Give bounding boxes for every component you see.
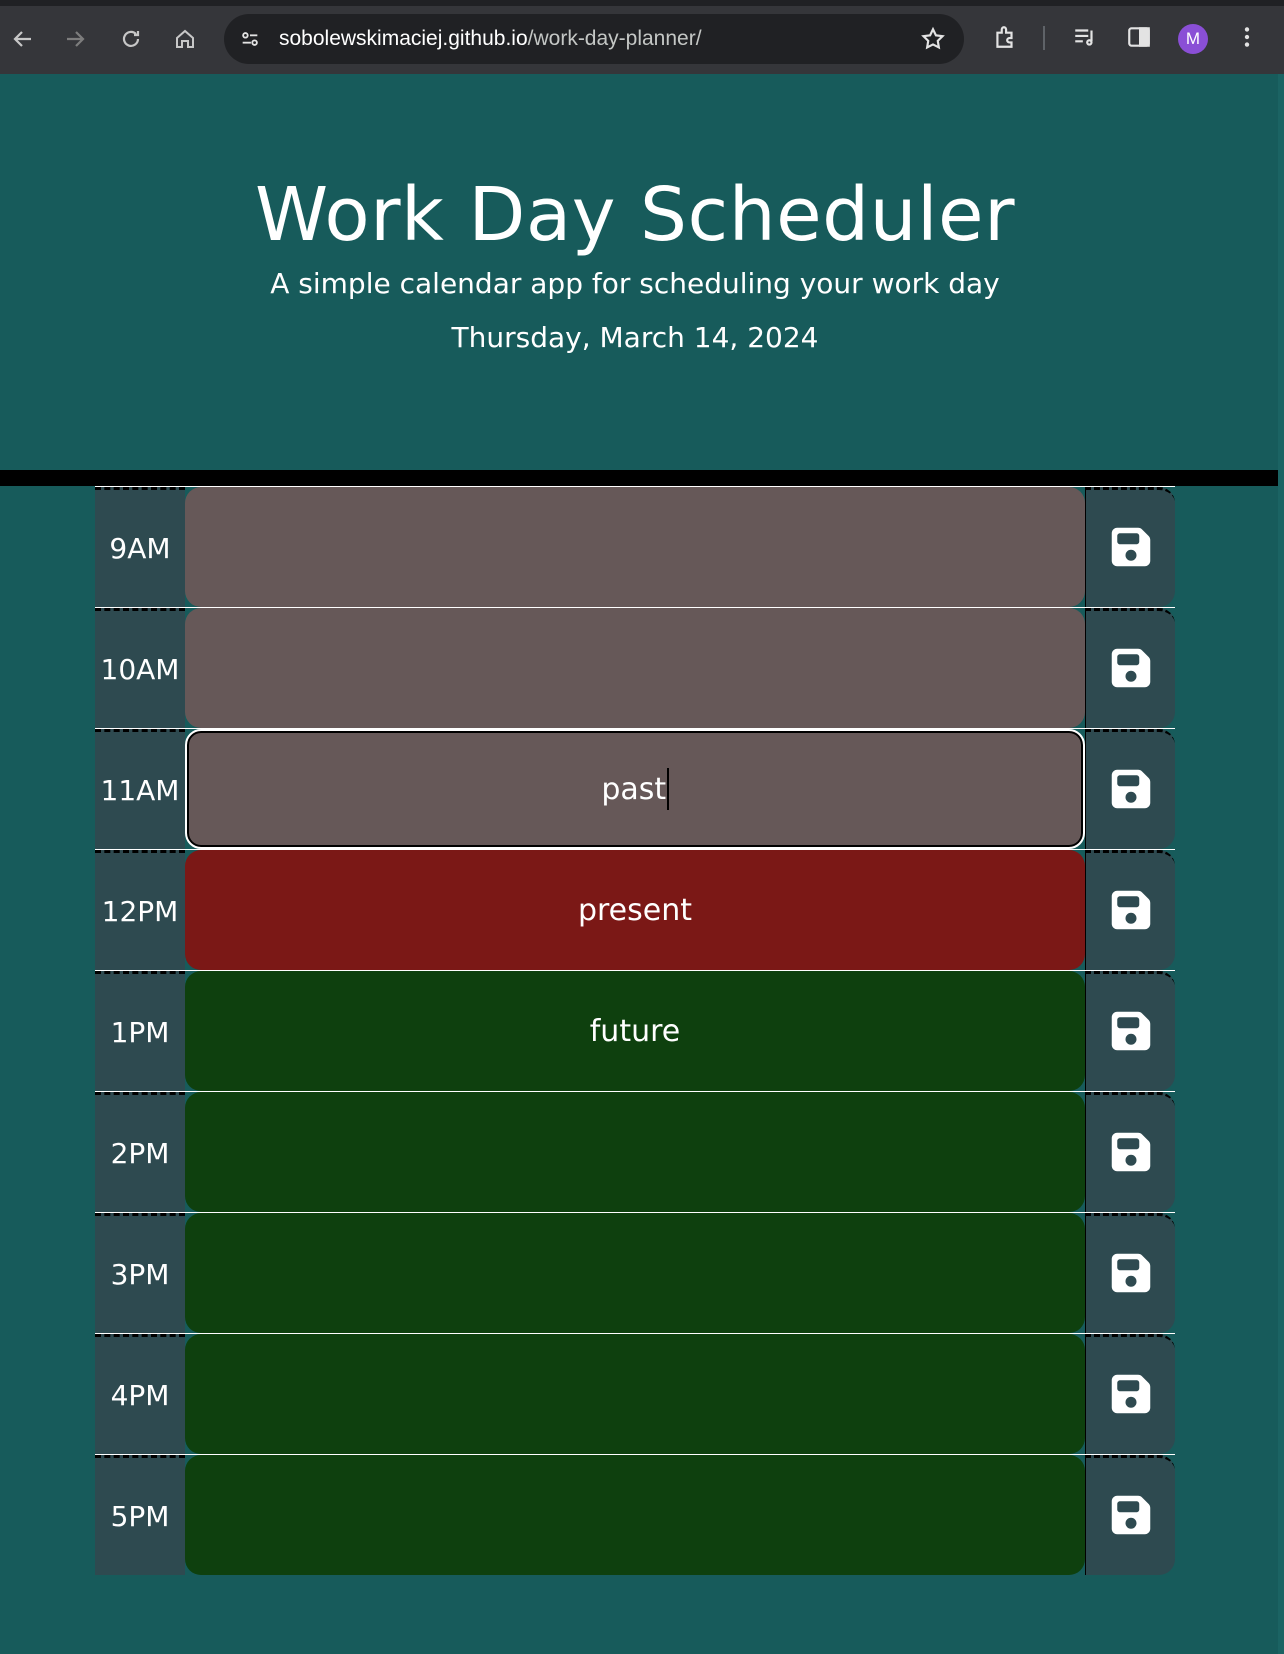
floppy-disk-icon <box>1109 888 1153 936</box>
text-caret <box>667 768 669 810</box>
hour-label: 10AM <box>95 608 185 728</box>
save-button[interactable] <box>1085 487 1175 607</box>
time-block-row: 4PM <box>95 1333 1175 1454</box>
hour-label: 4PM <box>95 1334 185 1454</box>
event-description-textarea[interactable] <box>185 1455 1085 1575</box>
floppy-disk-icon <box>1109 646 1153 694</box>
tab-strip-edge <box>0 0 1284 6</box>
event-description-textarea[interactable] <box>185 1213 1085 1333</box>
hour-label: 9AM <box>95 487 185 607</box>
floppy-disk-icon <box>1109 767 1153 815</box>
bookmark-star-icon[interactable] <box>920 26 946 52</box>
url-host: sobolewskimaciej.github.io <box>279 27 528 50</box>
page-subtitle: A simple calendar app for scheduling you… <box>270 267 1000 300</box>
save-button[interactable] <box>1085 1213 1175 1333</box>
reload-icon[interactable] <box>114 22 148 56</box>
current-day: Thursday, March 14, 2024 <box>451 321 819 354</box>
floppy-disk-icon <box>1109 1130 1153 1178</box>
floppy-disk-icon <box>1109 1372 1153 1420</box>
back-icon[interactable] <box>6 22 40 56</box>
time-block-row: 5PM <box>95 1454 1175 1575</box>
hour-label: 12PM <box>95 850 185 970</box>
header: Work Day Scheduler A simple calendar app… <box>0 74 1278 486</box>
event-text: future <box>589 1013 681 1049</box>
time-block-list: 9AM 10AM 11AM past 12PM present 1PM future 2PM 3P… <box>95 486 1175 1575</box>
home-icon[interactable] <box>168 22 202 56</box>
event-description-textarea[interactable] <box>185 487 1085 607</box>
floppy-disk-icon <box>1109 1493 1153 1541</box>
event-description-textarea[interactable] <box>185 608 1085 728</box>
save-button[interactable] <box>1085 1092 1175 1212</box>
url-path: /work-day-planner/ <box>527 27 702 50</box>
time-block-row: 11AM past <box>95 728 1175 849</box>
time-block-row: 2PM <box>95 1091 1175 1212</box>
profile-avatar[interactable]: M <box>1178 24 1208 54</box>
toolbar-divider <box>1043 26 1045 50</box>
media-controls-icon[interactable] <box>1070 22 1100 52</box>
page-title: Work Day Scheduler <box>254 172 1016 258</box>
address-bar[interactable]: sobolewskimaciej.github.io/work-day-plan… <box>224 14 964 64</box>
hour-label: 5PM <box>95 1455 185 1575</box>
time-block-row: 1PM future <box>95 970 1175 1091</box>
hour-label: 2PM <box>95 1092 185 1212</box>
save-button[interactable] <box>1085 1455 1175 1575</box>
extensions-icon[interactable] <box>990 22 1020 52</box>
forward-icon[interactable] <box>58 22 92 56</box>
event-description-textarea[interactable] <box>185 1334 1085 1454</box>
url-text: sobolewskimaciej.github.io/work-day-plan… <box>279 27 702 51</box>
time-block-row: 9AM <box>95 486 1175 607</box>
save-button[interactable] <box>1085 850 1175 970</box>
event-text: present <box>577 892 693 928</box>
save-button[interactable] <box>1085 729 1175 849</box>
hour-label: 1PM <box>95 971 185 1091</box>
event-description-textarea[interactable]: present <box>185 850 1085 970</box>
event-description-textarea[interactable] <box>185 1092 1085 1212</box>
hour-label: 11AM <box>95 729 185 849</box>
save-button[interactable] <box>1085 1334 1175 1454</box>
time-block-row: 12PM present <box>95 849 1175 970</box>
event-text: past <box>601 771 667 807</box>
floppy-disk-icon <box>1109 1009 1153 1057</box>
page-scrollbar[interactable] <box>1278 74 1284 1654</box>
time-block-row: 3PM <box>95 1212 1175 1333</box>
save-button[interactable] <box>1085 971 1175 1091</box>
more-menu-icon[interactable] <box>1232 22 1262 52</box>
event-description-textarea[interactable]: past <box>185 729 1085 849</box>
floppy-disk-icon <box>1109 1251 1153 1299</box>
browser-toolbar: sobolewskimaciej.github.io/work-day-plan… <box>0 0 1284 74</box>
side-panel-icon[interactable] <box>1124 22 1154 52</box>
floppy-disk-icon <box>1109 525 1153 573</box>
time-block-row: 10AM <box>95 607 1175 728</box>
save-button[interactable] <box>1085 608 1175 728</box>
hour-label: 3PM <box>95 1213 185 1333</box>
site-info-icon[interactable] <box>236 25 264 53</box>
event-description-textarea[interactable]: future <box>185 971 1085 1091</box>
